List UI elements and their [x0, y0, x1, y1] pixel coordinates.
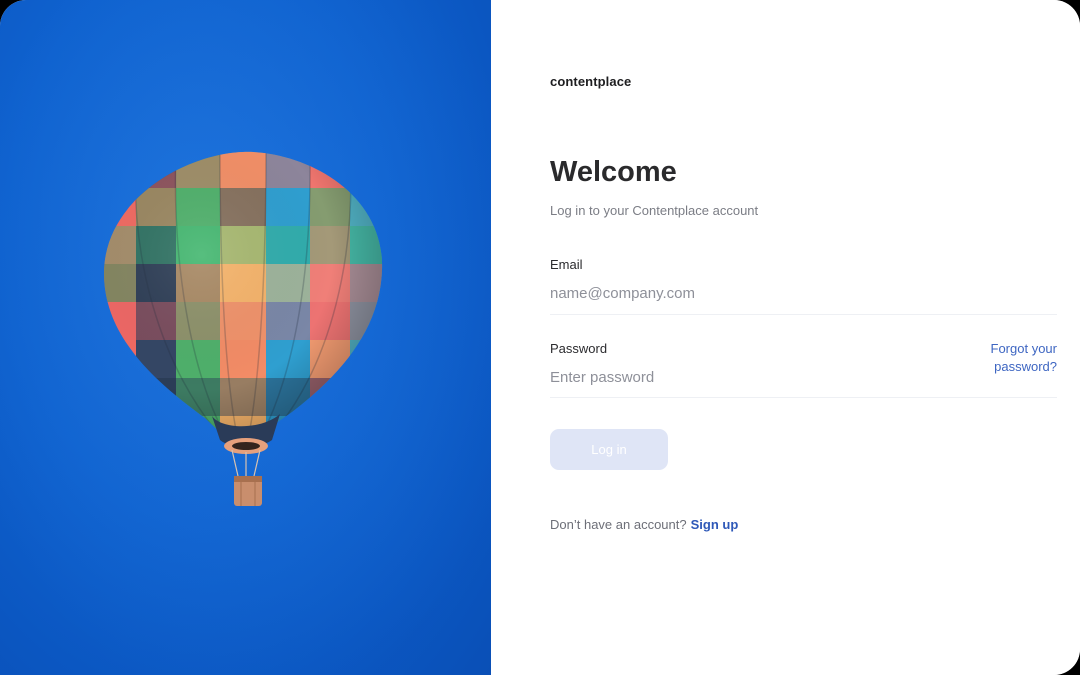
email-underline	[550, 314, 1057, 315]
hero-image	[0, 0, 491, 675]
signup-link[interactable]: Sign up	[691, 517, 739, 532]
email-label: Email	[550, 257, 583, 272]
email-field[interactable]	[550, 280, 1057, 306]
login-button[interactable]: Log in	[550, 429, 668, 470]
forgot-password-line1: Forgot your	[990, 341, 1057, 356]
password-field[interactable]	[550, 364, 1057, 390]
signup-prompt: Don’t have an account? Sign up	[550, 517, 738, 532]
login-panel: contentplace Welcome Log in to your Cont…	[491, 0, 1080, 675]
hot-air-balloon-icon	[0, 0, 491, 675]
brand-logo: contentplace	[550, 74, 632, 89]
login-screen: contentplace Welcome Log in to your Cont…	[0, 0, 1080, 675]
signup-prompt-text: Don’t have an account?	[550, 517, 687, 532]
page-subtitle: Log in to your Contentplace account	[550, 203, 759, 218]
page-title: Welcome	[550, 156, 677, 188]
password-label: Password	[550, 341, 608, 356]
password-underline	[550, 397, 1057, 398]
